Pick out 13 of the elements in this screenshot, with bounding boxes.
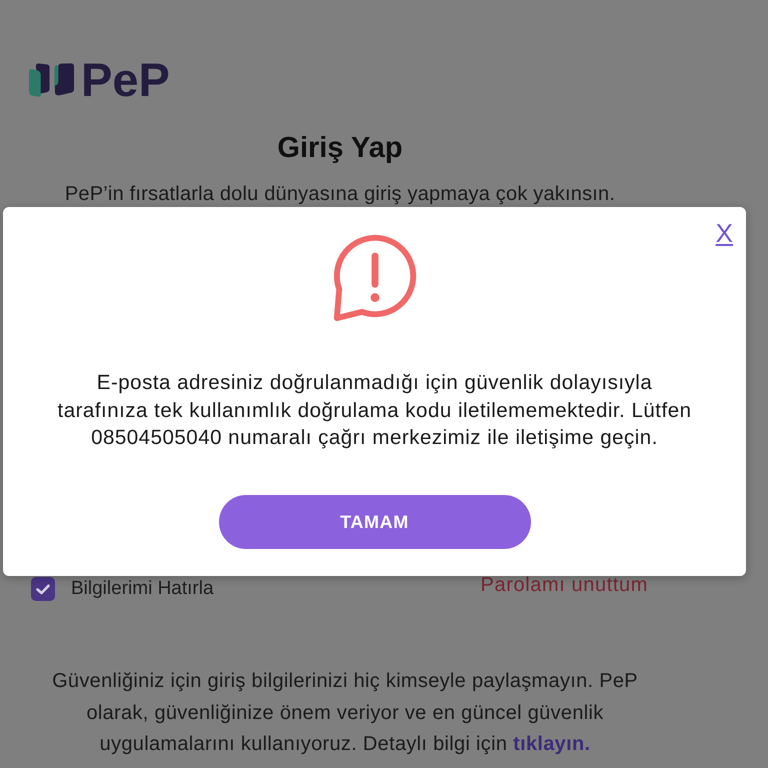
alert-message: E-posta adresiniz doğrulanmadığı için güvenlik dolayısıyla tarafınıza tek kullanımlık doğrulama kodu iletilememektedir. Lütfen 08504505040 numaralı çağrı merkezimiz ile iletişime geçin. bbox=[58, 370, 692, 451]
checkmark-icon bbox=[36, 584, 50, 594]
close-button[interactable]: X bbox=[716, 219, 733, 247]
security-note: Güvenliğiniz için giriş bilgilerinizi hiç kimseyle paylaşmayın. PeP olarak, güvenliğinize önem veriyor ve en güncel güvenlik uygulamalarını kullanıyoruz. Detaylı bilgi için tıklayın. bbox=[52, 669, 638, 757]
page-subtitle: PeP’in fırsatlarla dolu dünyasına giriş yapmaya çok yakınsın. bbox=[64, 182, 616, 206]
remember-label: Bilgilerimi Hatırla bbox=[71, 578, 214, 600]
brand-name: PeP bbox=[81, 60, 170, 100]
ok-button[interactable]: TAMAM bbox=[218, 494, 530, 548]
remember-checkbox[interactable] bbox=[31, 577, 55, 601]
forgot-password-link[interactable]: Parolamı unuttum bbox=[480, 573, 648, 597]
logo-icon bbox=[28, 62, 75, 98]
details-link[interactable]: tıklayın. bbox=[513, 733, 590, 755]
page-title: Giriş Yap bbox=[277, 132, 403, 164]
